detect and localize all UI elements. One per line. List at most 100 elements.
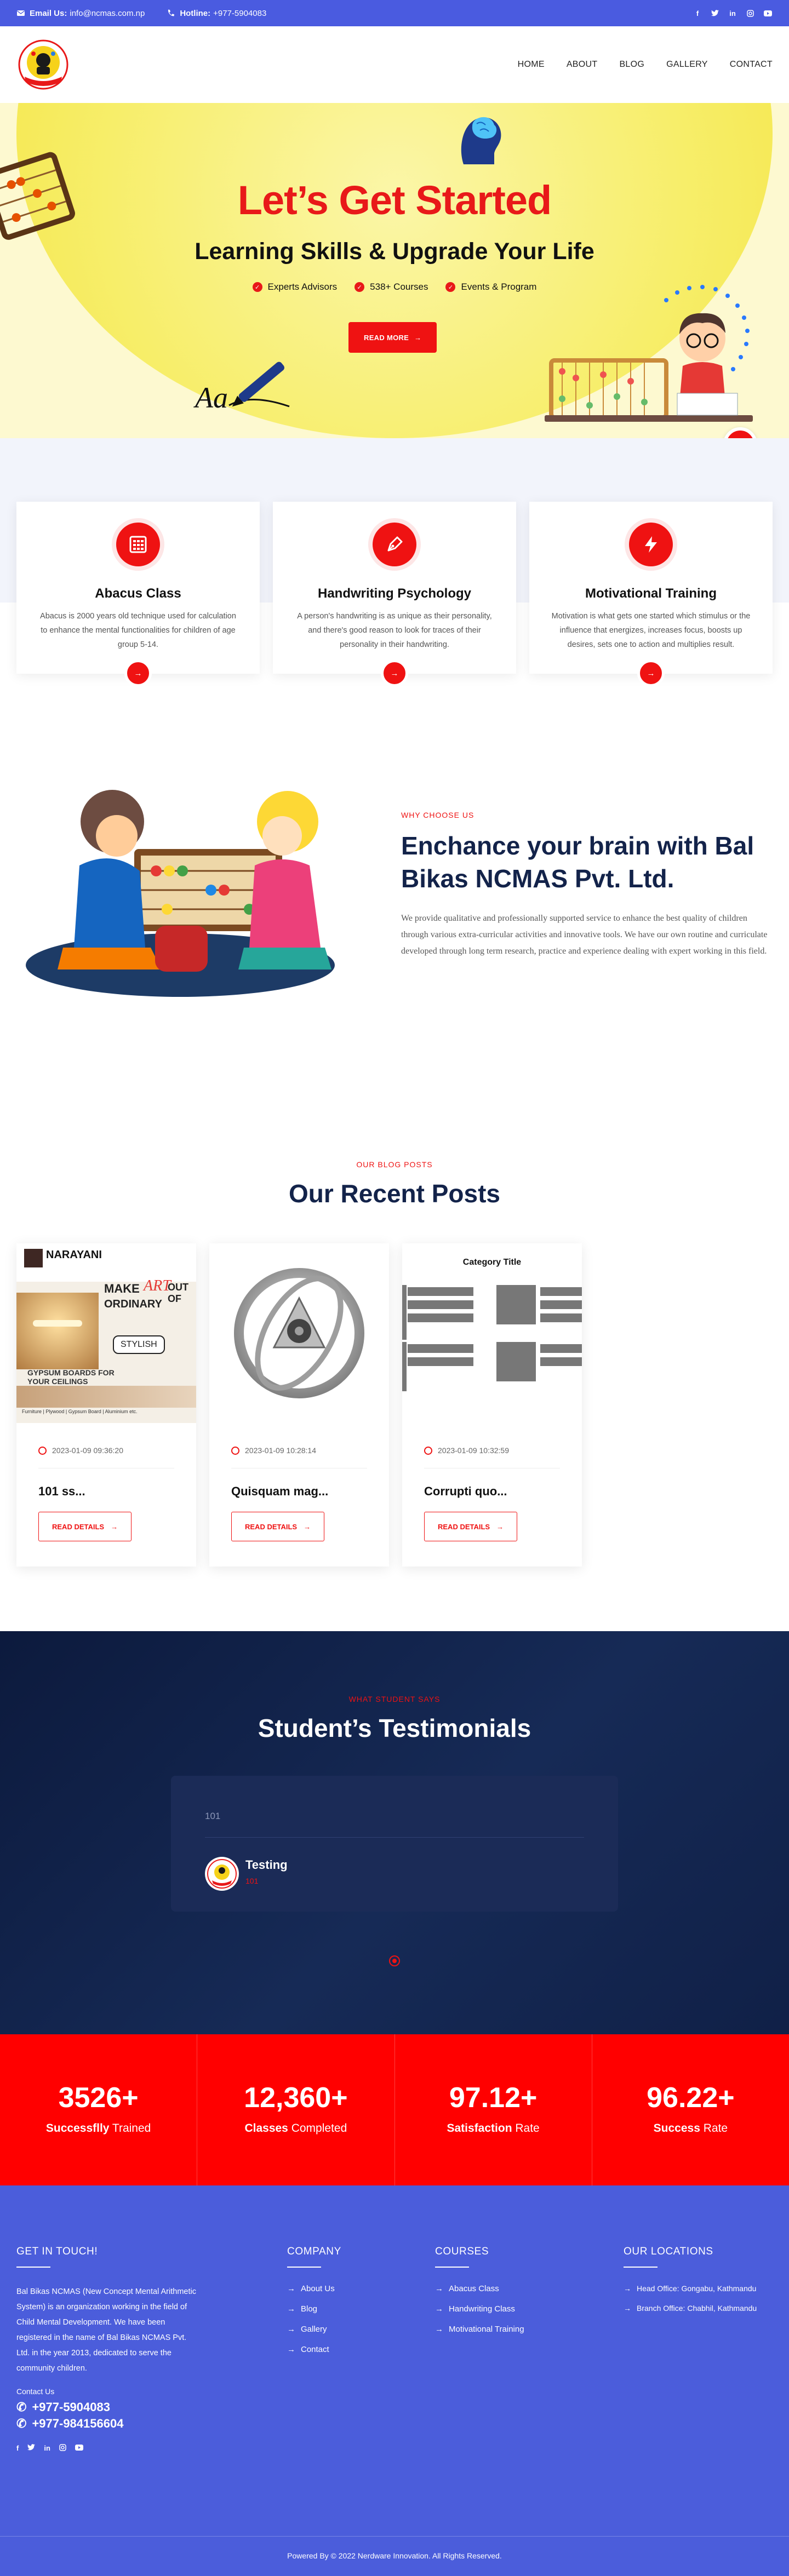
facebook-icon[interactable]: f bbox=[16, 2444, 19, 2453]
footer-link-motivational[interactable]: → Motivational Training bbox=[435, 2325, 524, 2334]
linkedin-icon[interactable]: in bbox=[728, 8, 737, 18]
stat-label-rest: Trained bbox=[109, 2122, 151, 2135]
footer-link-contact[interactable]: → Contact bbox=[287, 2345, 341, 2354]
blog-post-card[interactable]: 2023-01-09 10:28:14 Quisquam mag... READ… bbox=[209, 1243, 389, 1567]
nav-blog[interactable]: BLOG bbox=[619, 60, 644, 70]
footer-phone[interactable]: ✆ +977-5904083 bbox=[16, 2400, 201, 2414]
primary-nav: HOME ABOUT BLOG GALLERY CONTACT bbox=[518, 60, 773, 70]
stats-section: 3526+ Successflly Trained 12,360+ Classe… bbox=[0, 2034, 789, 2185]
svg-text:Aa: Aa bbox=[193, 381, 228, 414]
hotline-info[interactable]: Hotline: +977-5904083 bbox=[167, 9, 266, 18]
blog-post-card[interactable]: NARAYANI MAKE ART OUT OF ORDINARY STYLIS… bbox=[16, 1243, 196, 1567]
hero-feature: ✓ Events & Program bbox=[445, 282, 536, 292]
arrow-right-icon: → bbox=[287, 2284, 295, 2293]
service-description: A person's handwriting is as unique as t… bbox=[297, 612, 492, 649]
clock-icon bbox=[424, 1446, 432, 1455]
location-text: Branch Office: Chabhil, Kathmandu bbox=[637, 2304, 757, 2313]
phone-icon: ✆ bbox=[16, 2417, 27, 2430]
testimonial-name: Testing bbox=[245, 1858, 288, 1872]
nav-gallery[interactable]: GALLERY bbox=[666, 60, 708, 70]
nav-contact[interactable]: CONTACT bbox=[730, 60, 773, 70]
facebook-icon[interactable]: f bbox=[693, 8, 702, 18]
arrow-right-icon: → bbox=[435, 2304, 443, 2314]
read-details-button[interactable]: READ DETAILS → bbox=[424, 1512, 518, 1541]
avatar-image bbox=[207, 1859, 237, 1889]
twitter-icon[interactable] bbox=[710, 8, 720, 18]
nav-home[interactable]: HOME bbox=[518, 60, 545, 70]
stat-value: 3526+ bbox=[58, 2082, 139, 2114]
phone-icon bbox=[168, 9, 175, 16]
service-description: Motivation is what gets one started whic… bbox=[551, 612, 751, 649]
footer-link-about[interactable]: → About Us bbox=[287, 2284, 341, 2293]
testimonials-title: Student’s Testimonials bbox=[258, 1714, 531, 1742]
instagram-icon[interactable] bbox=[745, 8, 755, 18]
email-info[interactable]: Email Us: info@ncmas.com.np bbox=[16, 9, 145, 18]
service-title: Handwriting Psychology bbox=[317, 586, 472, 601]
service-card-motivation[interactable]: Motivational Training Motivation is what… bbox=[529, 502, 773, 687]
footer-link-blog[interactable]: → Blog bbox=[287, 2304, 341, 2314]
youtube-icon[interactable] bbox=[75, 2444, 83, 2453]
social-links: f in bbox=[693, 8, 773, 18]
service-card-abacus[interactable]: Abacus Class Abacus is 2000 years old te… bbox=[16, 502, 260, 687]
footer-link-label: Gallery bbox=[301, 2325, 327, 2334]
post-title[interactable]: Quisquam mag... bbox=[231, 1484, 328, 1499]
why-kicker: WHY CHOOSE US bbox=[401, 811, 474, 819]
arrow-right-icon[interactable]: → bbox=[637, 659, 665, 687]
thumb-art: ART bbox=[144, 1277, 171, 1294]
post-thumbnail[interactable]: NARAYANI MAKE ART OUT OF ORDINARY STYLIS… bbox=[16, 1243, 196, 1423]
arrow-right-icon[interactable]: → bbox=[124, 659, 152, 687]
site-footer: GET IN TOUCH! Bal Bikas NCMAS (New Conce… bbox=[0, 2185, 789, 2576]
nav-about[interactable]: ABOUT bbox=[567, 60, 598, 70]
footer-location: → Head Office: Gongabu, Kathmandu bbox=[624, 2284, 757, 2293]
footer-phone[interactable]: ✆ +977-984156604 bbox=[16, 2417, 201, 2431]
post-title[interactable]: Corrupti quo... bbox=[424, 1484, 507, 1499]
check-icon: ✓ bbox=[445, 282, 456, 292]
footer-link-gallery[interactable]: → Gallery bbox=[287, 2325, 341, 2334]
carousel-dot[interactable] bbox=[389, 1955, 400, 1966]
thumb-bottom: GYPSUM BOARDS FOR YOUR CEILINGS bbox=[27, 1368, 115, 1386]
hotline-label: Hotline: bbox=[180, 8, 211, 18]
arrow-right-icon: → bbox=[624, 2284, 631, 2293]
footer-link-label: Blog bbox=[301, 2304, 318, 2314]
blog-post-card[interactable]: Category Title 2023-01-09 10:32:59 Corru… bbox=[402, 1243, 582, 1567]
footer-link-label: Abacus Class bbox=[449, 2284, 499, 2293]
heading-underline bbox=[16, 2267, 50, 2268]
envelope-icon bbox=[17, 10, 25, 16]
stat-item: 97.12+ Satisfaction Rate bbox=[395, 2034, 592, 2185]
calculator-icon bbox=[116, 523, 160, 566]
testimonial-role: 101 bbox=[245, 1877, 259, 1885]
clock-icon bbox=[231, 1446, 239, 1455]
email-address[interactable]: info@ncmas.com.np bbox=[70, 9, 145, 18]
read-details-button[interactable]: READ DETAILS → bbox=[231, 1512, 325, 1541]
footer-link-handwriting[interactable]: → Handwriting Class bbox=[435, 2304, 524, 2314]
instagram-icon[interactable] bbox=[59, 2444, 66, 2453]
stat-label: Successflly Trained bbox=[0, 2122, 197, 2135]
linkedin-icon[interactable]: in bbox=[44, 2444, 50, 2453]
pen-nib-icon bbox=[373, 523, 416, 566]
testimonials-kicker: WHAT STUDENT SAYS bbox=[348, 1695, 441, 1703]
footer-about: GET IN TOUCH! Bal Bikas NCMAS (New Conce… bbox=[16, 2246, 201, 2453]
hero-subtitle: Learning Skills & Upgrade Your Life bbox=[195, 238, 594, 265]
service-card-handwriting[interactable]: Handwriting Psychology A person's handwr… bbox=[273, 502, 516, 687]
email-label: Email Us: bbox=[30, 8, 67, 18]
service-title: Abacus Class bbox=[95, 586, 181, 601]
footer-link-abacus[interactable]: → Abacus Class bbox=[435, 2284, 524, 2293]
footer-socials: f in bbox=[16, 2444, 201, 2453]
arrow-right-icon[interactable]: → bbox=[381, 659, 408, 687]
handwriting-pen-illustration: Aa bbox=[193, 362, 290, 414]
post-date-text: 2023-01-09 10:28:14 bbox=[245, 1446, 316, 1455]
twitter-icon[interactable] bbox=[27, 2444, 36, 2453]
youtube-icon[interactable] bbox=[763, 8, 773, 18]
post-thumbnail[interactable] bbox=[209, 1243, 389, 1423]
hotline-number[interactable]: +977-5904083 bbox=[213, 9, 266, 18]
arrow-right-icon: → bbox=[111, 1522, 118, 1531]
footer-heading: OUR LOCATIONS bbox=[624, 2246, 713, 2257]
post-title[interactable]: 101 ss... bbox=[38, 1484, 85, 1499]
read-details-button[interactable]: READ DETAILS → bbox=[38, 1512, 132, 1541]
read-more-button[interactable]: READ MORE → bbox=[348, 322, 437, 353]
site-logo[interactable] bbox=[16, 38, 70, 91]
why-choose-us: WHY CHOOSE US Enchance your brain with B… bbox=[401, 811, 774, 960]
thumb-line1: MAKE bbox=[104, 1282, 140, 1295]
footer-heading: GET IN TOUCH! bbox=[16, 2246, 98, 2257]
post-thumbnail[interactable]: Category Title bbox=[402, 1243, 582, 1423]
